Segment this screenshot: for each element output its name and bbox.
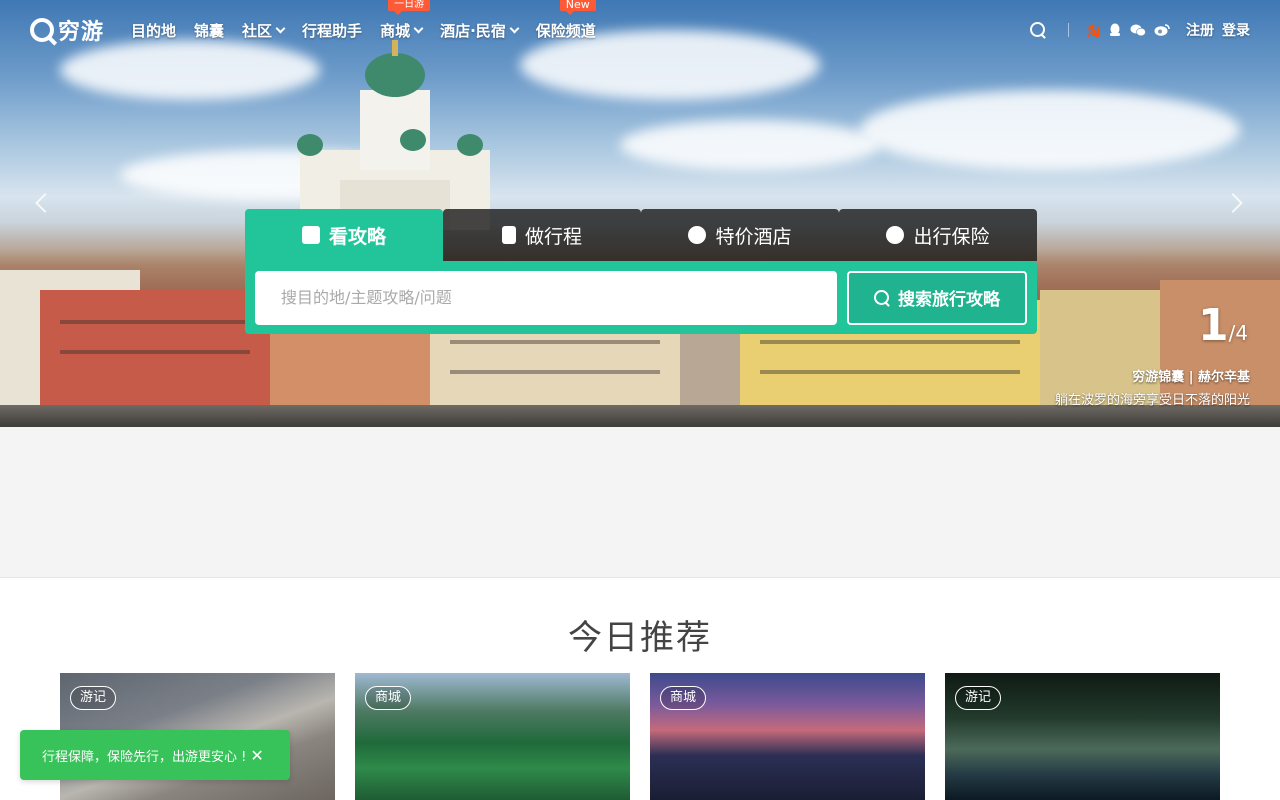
- counter-total: /4: [1228, 321, 1249, 345]
- search-button-label: 搜索旅行攻略: [898, 290, 1000, 310]
- tab-hotel-deals[interactable]: 特价酒店: [641, 209, 839, 261]
- tab-label: 特价酒店: [715, 225, 792, 248]
- search-body: 搜索旅行攻略: [245, 261, 1037, 334]
- nav-item-destination[interactable]: 目的地: [131, 20, 176, 41]
- wechat-icon[interactable]: [1130, 23, 1146, 37]
- recommend-card[interactable]: 商城: [355, 673, 630, 800]
- nav-item-label: 行程助手: [302, 21, 363, 40]
- weibo-icon[interactable]: [1154, 23, 1170, 37]
- nav-item-label: 保险频道: [535, 21, 596, 40]
- logo[interactable]: 穷游: [30, 16, 105, 45]
- caption-text: 躺在波罗的海旁享受日不落的阳光: [1054, 393, 1250, 408]
- search-tabs: 看攻略 做行程 特价酒店 出行保险: [245, 209, 1037, 261]
- search-button[interactable]: 搜索旅行攻略: [847, 270, 1027, 325]
- ad-placeholder: [0, 427, 1280, 578]
- hero-caption[interactable]: 穷游锦囊 | 赫尔辛基 躺在波罗的海旁享受日不落的阳光: [1055, 366, 1250, 408]
- carousel-counter: 1/4: [1198, 300, 1248, 351]
- document-icon: [501, 226, 516, 244]
- divider: [1067, 23, 1069, 37]
- tab-itinerary[interactable]: 做行程: [443, 209, 641, 261]
- counter-current: 1: [1198, 300, 1229, 351]
- tab-label: 看攻略: [328, 225, 386, 248]
- taobao-icon[interactable]: 淘: [1087, 21, 1100, 40]
- day-tour-tag: 一日游: [388, 0, 431, 15]
- card-badge: 游记: [955, 686, 1002, 710]
- waterfront: [0, 405, 1280, 427]
- insurance-toast[interactable]: 行程保障，保险先行，出游更安心 ! ✕: [20, 730, 290, 780]
- chevron-down-icon: [509, 23, 520, 33]
- nav-item-label: 商城: [380, 21, 411, 40]
- search-icon[interactable]: [1029, 22, 1046, 38]
- nav-item-community[interactable]: 社区: [242, 20, 286, 41]
- search-input[interactable]: [255, 270, 837, 325]
- nav-item-label: 锦囊: [194, 21, 225, 40]
- section-title: 今日推荐: [568, 618, 712, 658]
- register-link[interactable]: 注册: [1186, 20, 1214, 40]
- nav-item-label: 目的地: [131, 21, 177, 40]
- shield-icon: [886, 226, 905, 244]
- cathedral-illustration: [297, 40, 490, 230]
- login-link[interactable]: 登录: [1222, 20, 1250, 40]
- chevron-down-icon: [275, 23, 286, 33]
- card-badge: 游记: [70, 686, 117, 710]
- nav-item-label: 社区: [242, 21, 273, 40]
- qq-icon[interactable]: [1108, 23, 1122, 37]
- bookmark-icon: [301, 226, 320, 244]
- nav-item-insurance[interactable]: 保险频道 New: [535, 0, 596, 41]
- nav-item-label: 酒店·民宿: [440, 21, 506, 40]
- nav-item-hotel[interactable]: 酒店·民宿: [440, 20, 520, 41]
- logo-text: 穷游: [58, 20, 105, 45]
- search-panel: 看攻略 做行程 特价酒店 出行保险 搜索旅行攻略: [245, 209, 1037, 334]
- top-nav: 穷游 目的地 锦囊 社区 行程助手 商城 一日游 酒店·民宿 保险频道 New …: [0, 0, 1280, 60]
- hotel-icon: [688, 226, 707, 244]
- nav-item-planner[interactable]: 行程助手: [302, 20, 362, 41]
- search-icon: [874, 289, 890, 306]
- tab-insurance[interactable]: 出行保险: [839, 209, 1037, 261]
- nav-item-guides[interactable]: 锦囊: [194, 20, 224, 41]
- card-badge: 商城: [660, 686, 707, 710]
- new-tag: New: [559, 0, 596, 15]
- chevron-down-icon: [413, 23, 424, 33]
- tab-label: 做行程: [524, 225, 582, 248]
- toast-text: 行程保障，保险先行，出游更安心 !: [42, 749, 247, 765]
- card-badge: 商城: [365, 686, 412, 710]
- cloud: [620, 120, 880, 170]
- nav-right: 淘 注册 登录: [1029, 0, 1250, 60]
- tab-guides[interactable]: 看攻略: [245, 209, 443, 261]
- close-icon[interactable]: ✕: [250, 746, 263, 765]
- nav-item-mall[interactable]: 商城 一日游: [380, 0, 431, 41]
- tab-label: 出行保险: [913, 225, 990, 248]
- cloud: [860, 90, 1240, 170]
- recommend-card[interactable]: 游记: [945, 673, 1220, 800]
- caption-title: 穷游锦囊 | 赫尔辛基: [1132, 370, 1250, 385]
- recommend-card[interactable]: 商城: [650, 673, 925, 800]
- logo-icon: [30, 18, 54, 42]
- nav-menu: 目的地 锦囊 社区 行程助手 商城 一日游 酒店·民宿 保险频道 New: [131, 0, 614, 60]
